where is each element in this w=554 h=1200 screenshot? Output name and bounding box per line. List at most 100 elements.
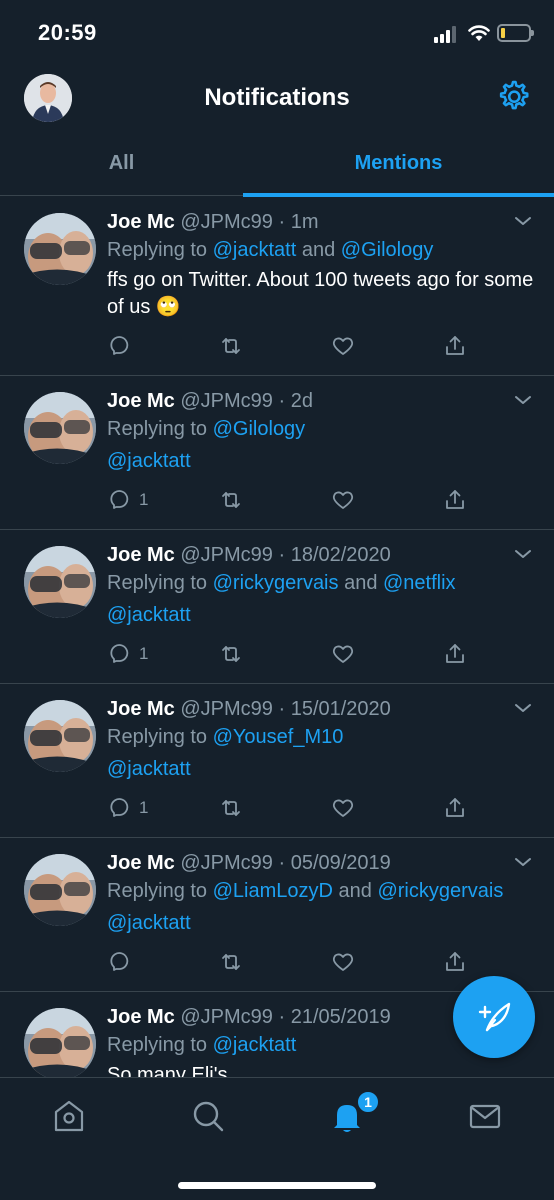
cellular-signal-icon (434, 25, 460, 43)
retweet-button[interactable] (218, 487, 244, 513)
user-avatar[interactable] (24, 392, 96, 464)
user-name[interactable]: Joe Mc (107, 852, 175, 874)
mention-link[interactable]: @Gilology (341, 239, 434, 261)
share-button[interactable] (442, 333, 468, 359)
retweet-icon (222, 954, 240, 970)
mention-link[interactable]: @rickygervais (213, 572, 339, 594)
share-icon (446, 798, 464, 817)
retweet-button[interactable] (218, 641, 244, 667)
mention-link[interactable]: @jacktatt (213, 1034, 297, 1056)
mention-link[interactable]: @jacktatt (107, 448, 534, 475)
tweet-meta: @JPMc99 · 21/05/2019 (180, 1006, 391, 1028)
chevron-down-icon[interactable] (514, 394, 532, 406)
chevron-down-icon[interactable] (514, 856, 532, 868)
mention-link[interactable]: @jacktatt (107, 756, 534, 783)
gear-icon[interactable] (494, 78, 532, 116)
chevron-down-icon[interactable] (514, 702, 532, 714)
replying-to: Replying to @rickygervais and @netflix (107, 572, 456, 594)
share-button[interactable] (442, 641, 468, 667)
like-button[interactable] (330, 795, 356, 821)
like-button[interactable] (330, 333, 356, 359)
bottom-navigation: 1 (0, 1077, 554, 1200)
retweet-icon (222, 800, 240, 816)
share-icon (446, 336, 464, 355)
heart-icon (332, 491, 354, 509)
share-icon (446, 952, 464, 971)
tweet-meta: @JPMc99 · 05/09/2019 (180, 852, 391, 874)
replying-to: Replying to @Gilology (107, 418, 306, 440)
battery-icon (497, 24, 534, 42)
mention-link[interactable]: @netflix (383, 572, 456, 594)
compose-tweet-icon (478, 1002, 511, 1032)
compose-tweet-button[interactable] (453, 976, 535, 1058)
tweet[interactable]: Joe Mc @JPMc99 · 05/09/2019 Replying to … (0, 838, 554, 992)
mention-link[interactable]: @Yousef_M10 (213, 726, 344, 748)
messages-icon[interactable] (465, 1096, 505, 1136)
replying-to: Replying to @LiamLozyD and @rickygervais (107, 880, 504, 902)
like-button[interactable] (330, 487, 356, 513)
mention-link[interactable]: @LiamLozyD (213, 880, 333, 902)
mention-link[interactable]: @jacktatt (213, 239, 297, 261)
page-title: Notifications (204, 84, 350, 111)
tab-mentions[interactable]: Mentions (243, 134, 554, 197)
tweet[interactable]: Joe Mc @JPMc99 · 1m Replying to @jacktat… (0, 197, 554, 376)
retweet-icon (222, 646, 240, 662)
tweet[interactable]: Joe Mc @JPMc99 · 18/02/2020 Replying to … (0, 530, 554, 684)
home-icon[interactable] (49, 1096, 89, 1136)
replying-to: Replying to @jacktatt and @Gilology (107, 239, 434, 261)
user-name[interactable]: Joe Mc (107, 1006, 175, 1028)
user-avatar[interactable] (24, 213, 96, 285)
reply-button[interactable] (107, 949, 139, 975)
reply-button[interactable]: 1 (107, 487, 148, 513)
tweet-meta: @JPMc99 · 15/01/2020 (180, 698, 391, 720)
heart-icon (332, 799, 354, 817)
header: Notifications (0, 70, 554, 126)
retweet-button[interactable] (218, 795, 244, 821)
tweet-header: Joe Mc @JPMc99 · 15/01/2020 (107, 696, 534, 722)
like-button[interactable] (330, 641, 356, 667)
heart-icon (332, 645, 354, 663)
retweet-button[interactable] (218, 333, 244, 359)
reply-icon (110, 952, 129, 971)
notification-badge: 1 (356, 1090, 380, 1114)
share-button[interactable] (442, 795, 468, 821)
user-avatar[interactable] (24, 854, 96, 926)
reply-button[interactable]: 1 (107, 795, 148, 821)
share-icon (446, 490, 464, 509)
reply-count: 1 (139, 490, 149, 509)
user-name[interactable]: Joe Mc (107, 390, 175, 412)
mention-link[interactable]: @jacktatt (107, 910, 534, 937)
replying-to: Replying to @Yousef_M10 (107, 726, 344, 748)
user-avatar[interactable] (24, 1008, 96, 1077)
user-name[interactable]: Joe Mc (107, 698, 175, 720)
tweet-header: Joe Mc @JPMc99 · 2d (107, 388, 534, 414)
user-name[interactable]: Joe Mc (107, 544, 175, 566)
share-button[interactable] (442, 487, 468, 513)
search-icon[interactable] (188, 1096, 228, 1136)
share-button[interactable] (442, 949, 468, 975)
tweet[interactable]: Joe Mc @JPMc99 · 2d Replying to @Gilolog… (0, 376, 554, 530)
tweet-meta: @JPMc99 · 18/02/2020 (180, 544, 391, 566)
tweet[interactable]: Joe Mc @JPMc99 · 15/01/2020 Replying to … (0, 684, 554, 838)
tweet-header: Joe Mc @JPMc99 · 1m (107, 209, 534, 235)
chevron-down-icon[interactable] (514, 548, 532, 560)
status-bar: 20:59 (0, 0, 554, 66)
mentions-feed: Joe Mc @JPMc99 · 1m Replying to @jacktat… (0, 197, 554, 1077)
reply-button[interactable] (107, 333, 139, 359)
mention-link[interactable]: @rickygervais (377, 880, 503, 902)
tweet-text: ffs go on Twitter. About 100 tweets ago … (107, 269, 534, 318)
retweet-icon (222, 338, 240, 354)
user-name[interactable]: Joe Mc (107, 211, 175, 233)
mention-link[interactable]: @Gilology (213, 418, 306, 440)
tweet-actions: 1 (107, 637, 534, 683)
heart-icon (332, 337, 354, 355)
like-button[interactable] (330, 949, 356, 975)
retweet-button[interactable] (218, 949, 244, 975)
tweet-actions (107, 329, 534, 375)
user-avatar[interactable] (24, 700, 96, 772)
user-avatar[interactable] (24, 546, 96, 618)
tab-all[interactable]: All (0, 134, 243, 196)
reply-button[interactable]: 1 (107, 641, 148, 667)
mention-link[interactable]: @jacktatt (107, 602, 534, 629)
chevron-down-icon[interactable] (514, 215, 532, 227)
